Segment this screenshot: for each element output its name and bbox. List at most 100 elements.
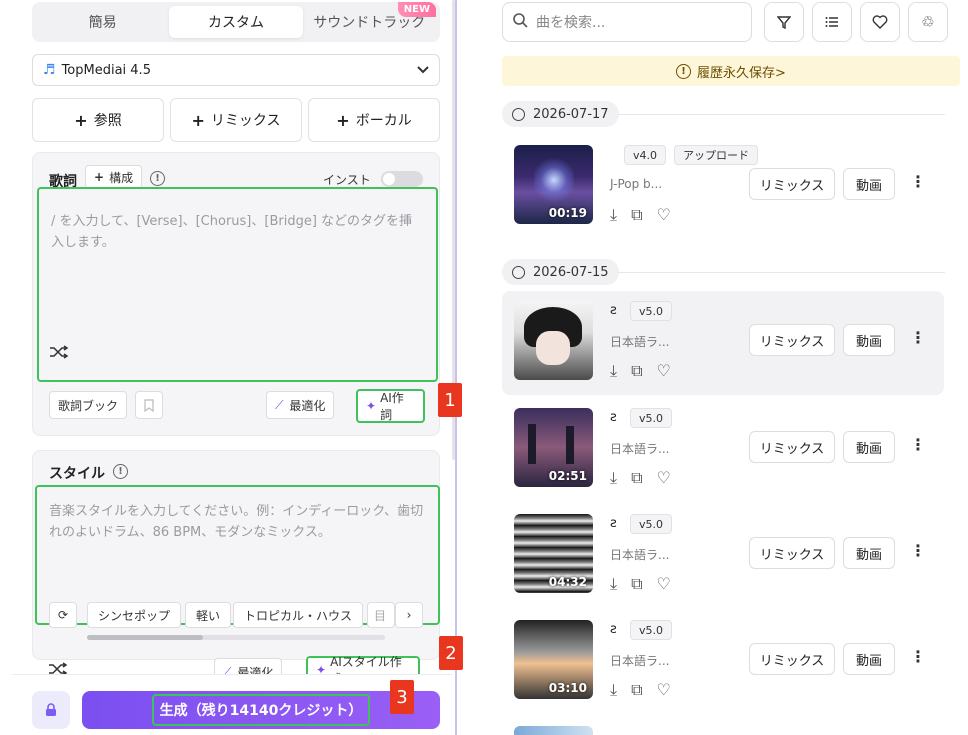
- lock-icon[interactable]: [32, 691, 70, 729]
- track-description: 日本語ラ...: [610, 442, 670, 456]
- video-button[interactable]: 動画: [843, 537, 895, 569]
- track-thumbnail-partial[interactable]: [514, 726, 593, 735]
- heart-icon[interactable]: ♡: [657, 205, 671, 225]
- list-icon[interactable]: [812, 2, 852, 42]
- video-button[interactable]: 動画: [843, 431, 895, 463]
- track-item[interactable]: ƨ v5.0 日本語ラ... ⤓ ⧉ ♡ リミックス 動画 ⋮: [502, 291, 944, 395]
- more-icon[interactable]: ⋮: [910, 328, 926, 347]
- heart-icon[interactable]: ♡: [657, 680, 671, 700]
- track-item[interactable]: 02:51 ƨ v5.0 日本語ラ... ⤓ ⧉ ♡ リミックス 動画 ⋮: [502, 398, 944, 502]
- style-chip[interactable]: 目: [367, 602, 395, 628]
- date-header: 2026-07-15: [502, 259, 619, 285]
- share-icon[interactable]: ⧉: [631, 205, 642, 225]
- share-icon[interactable]: ⧉: [631, 468, 642, 488]
- lyrics-book-button[interactable]: 歌詞ブック: [49, 391, 128, 419]
- ai-lyrics-button[interactable]: ✦ AI作詞: [356, 389, 425, 423]
- alert-icon: !: [676, 63, 692, 79]
- more-icon[interactable]: ⋮: [910, 172, 926, 191]
- refresh-icon[interactable]: ⟳: [49, 602, 77, 628]
- heart-icon[interactable]: ♡: [657, 361, 671, 381]
- track-thumbnail[interactable]: 03:10: [514, 620, 593, 699]
- date-header: 2026-07-17: [502, 101, 619, 127]
- track-description: 日本語ラ...: [610, 654, 670, 668]
- download-icon[interactable]: ⤓: [610, 468, 617, 488]
- reference-button[interactable]: + 参照: [32, 98, 164, 142]
- remix-button[interactable]: リミックス: [749, 537, 835, 569]
- remix-button[interactable]: リミックス: [749, 643, 835, 675]
- more-icon[interactable]: ⋮: [910, 647, 926, 666]
- more-icon[interactable]: ⋮: [910, 541, 926, 560]
- track-thumbnail[interactable]: 04:32: [514, 514, 593, 593]
- track-icons: ⤓ ⧉ ♡: [610, 361, 671, 381]
- recycle-icon[interactable]: ♲: [908, 2, 948, 42]
- share-icon[interactable]: ⧉: [631, 574, 642, 594]
- track-thumbnail[interactable]: 00:19: [514, 145, 593, 224]
- track-duration: 04:32: [548, 575, 587, 589]
- ai-lyrics-label: AI作詞: [380, 391, 404, 422]
- remix-button[interactable]: リミックス: [749, 431, 835, 463]
- new-badge: NEW: [397, 2, 436, 17]
- style-chip[interactable]: シンセポップ: [87, 602, 182, 628]
- download-icon[interactable]: ⤓: [610, 680, 617, 700]
- generate-button[interactable]: 生成（残り14140クレジット）: [82, 691, 440, 729]
- tab-custom[interactable]: カスタム: [169, 6, 303, 38]
- share-icon[interactable]: ⧉: [631, 680, 642, 700]
- date-divider: [618, 272, 945, 273]
- plus-icon: +: [336, 110, 350, 130]
- remix-button[interactable]: + リミックス: [170, 98, 302, 142]
- download-icon[interactable]: ⤓: [610, 574, 617, 594]
- remix-button[interactable]: リミックス: [749, 168, 835, 200]
- download-icon[interactable]: ⤓: [610, 205, 617, 225]
- more-icon[interactable]: ⋮: [910, 435, 926, 454]
- lyrics-input[interactable]: / を入力して、[Verse]、[Chorus]、[Bridge] などのタグを…: [37, 187, 438, 382]
- lyrics-card: 歌詞 + 構成 ! インスト / を入力して、[Verse]、[Chorus]、…: [32, 152, 440, 436]
- track-item[interactable]: 00:19 v4.0 アップロード J-Pop b... ⤓ ⧉ ♡ リミックス 動…: [502, 135, 944, 239]
- bookmark-icon[interactable]: [135, 391, 163, 419]
- style-chip[interactable]: トロピカル・ハウス: [233, 602, 364, 628]
- clock-icon: [512, 107, 525, 121]
- heart-icon[interactable]: ♡: [657, 574, 671, 594]
- date-divider: [618, 114, 945, 115]
- magic-wand-icon: ⟋: [275, 397, 284, 412]
- info-icon[interactable]: !: [113, 464, 128, 479]
- download-icon[interactable]: ⤓: [610, 361, 617, 381]
- model-name: TopMediai 4.5: [61, 62, 151, 78]
- sparkle-icon: ✦: [366, 399, 377, 413]
- remix-button[interactable]: リミックス: [749, 324, 835, 356]
- version-tag: v5.0: [630, 620, 673, 640]
- tab-soundtrack[interactable]: サウンドトラック NEW: [303, 2, 436, 38]
- plus-icon: +: [74, 110, 88, 130]
- instrumental-label: インスト: [323, 173, 371, 187]
- tab-simple[interactable]: 簡易: [36, 6, 169, 38]
- model-select[interactable]: ♬ TopMediai 4.5: [32, 54, 440, 86]
- chips-scrollbar[interactable]: [87, 635, 385, 640]
- video-button[interactable]: 動画: [843, 168, 895, 200]
- version-tag: v5.0: [630, 514, 673, 534]
- instrumental-toggle[interactable]: [381, 171, 423, 187]
- track-item[interactable]: 04:32 ƨ v5.0 日本語ラ... ⤓ ⧉ ♡ リミックス 動画 ⋮: [502, 504, 944, 608]
- info-icon[interactable]: !: [150, 171, 165, 186]
- style-chip[interactable]: 軽い: [185, 602, 232, 628]
- share-icon[interactable]: ⧉: [631, 361, 642, 381]
- track-duration: 00:19: [548, 206, 587, 220]
- style-title: スタイル: [49, 466, 105, 482]
- search-icon: [513, 12, 528, 32]
- video-button[interactable]: 動画: [843, 324, 895, 356]
- filter-icon[interactable]: [764, 2, 804, 42]
- heart-icon[interactable]: [860, 2, 900, 42]
- thumbnail-face: [536, 331, 570, 365]
- chevron-right-icon[interactable]: ›: [395, 602, 423, 628]
- banner-text: 履歴永久保存>: [697, 65, 786, 81]
- history-banner[interactable]: ! 履歴永久保存>: [502, 56, 960, 86]
- optimize-button[interactable]: ⟋ 最適化: [266, 391, 335, 419]
- track-thumbnail[interactable]: 02:51: [514, 408, 593, 487]
- compose-button[interactable]: + 構成: [85, 165, 143, 189]
- heart-icon[interactable]: ♡: [657, 468, 671, 488]
- track-item[interactable]: 03:10 ƨ v5.0 日本語ラ... ⤓ ⧉ ♡ リミックス 動画 ⋮: [502, 610, 944, 714]
- track-thumbnail[interactable]: [514, 301, 593, 380]
- vocal-button[interactable]: + ボーカル: [308, 98, 440, 142]
- chips-scroll-thumb[interactable]: [87, 635, 203, 640]
- video-button[interactable]: 動画: [843, 643, 895, 675]
- search-box[interactable]: 曲を検索...: [502, 2, 752, 42]
- shuffle-icon[interactable]: [49, 345, 69, 363]
